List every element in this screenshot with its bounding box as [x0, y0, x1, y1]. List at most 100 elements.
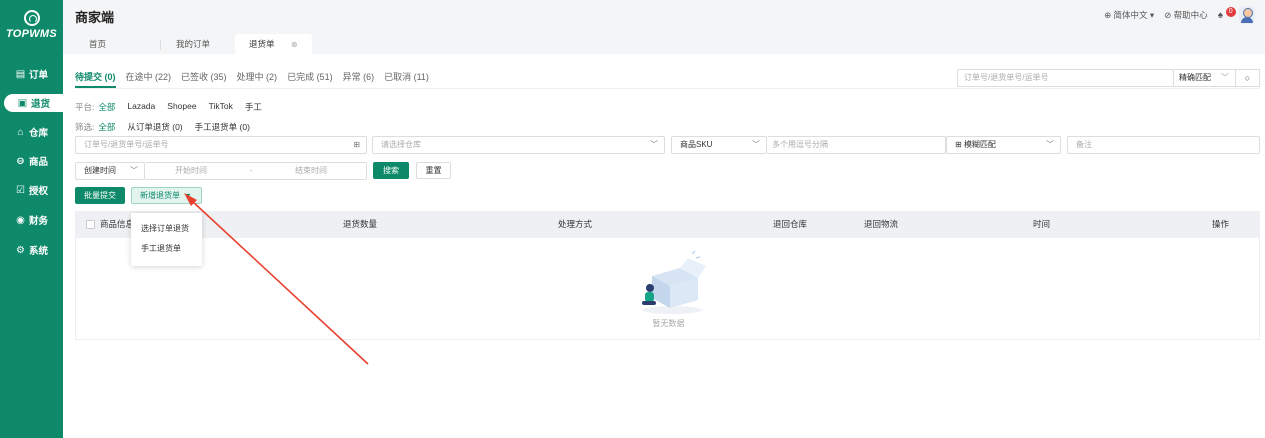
- tab-exception[interactable]: 异常 (6): [343, 66, 375, 88]
- tab-signed[interactable]: 已签收 (35): [181, 66, 227, 88]
- logo[interactable]: TOPWMS: [0, 10, 63, 40]
- new-return-button[interactable]: 新增退货单 ▾: [131, 187, 202, 204]
- empty-state-text: 暂无数据: [652, 319, 685, 328]
- source-option-all[interactable]: 全部: [98, 121, 115, 133]
- chevron-down-icon: ﹀: [1046, 140, 1054, 149]
- start-date-input[interactable]: 开始时间: [175, 163, 207, 179]
- close-icon[interactable]: ⊗: [291, 40, 298, 49]
- sidebar: TOPWMS ▤ 订单 ▣ 退货 ⌂ 仓库 ⊖ 商品 ☑ 授权 ◉ 财务 ⚙ 系…: [0, 0, 63, 438]
- sku-input[interactable]: 多个用逗号分隔: [767, 136, 946, 154]
- sidebar-item-finance[interactable]: ◉ 财务: [0, 211, 63, 229]
- chevron-down-icon: ﹀: [650, 140, 658, 149]
- logo-text: TOPWMS: [5, 28, 58, 40]
- date-range-picker[interactable]: 开始时间 - 结束时间: [145, 162, 367, 180]
- platform-filter-label: 平台:: [75, 102, 95, 112]
- match-mode-select[interactable]: 精确匹配 ﹀: [1174, 69, 1236, 87]
- placeholder: 订单号/退货单号/运单号: [84, 140, 169, 149]
- sidebar-item-returns[interactable]: ▣ 退货: [4, 94, 63, 112]
- platform-filter: 平台: 全部 Lazada Shopee TikTok 手工: [75, 101, 262, 113]
- source-option-from-order[interactable]: 从订单退货 (0): [127, 121, 182, 133]
- time-type-select[interactable]: 创建时间 ﹀: [75, 162, 145, 180]
- batch-submit-button[interactable]: 批量提交: [75, 187, 125, 204]
- list-icon: ▤: [15, 68, 26, 80]
- platform-option-tiktok[interactable]: TikTok: [209, 101, 233, 113]
- placeholder: 请选择仓库: [381, 140, 421, 149]
- platform-option-all[interactable]: 全部: [98, 101, 115, 113]
- sidebar-item-system[interactable]: ⚙ 系统: [0, 241, 63, 259]
- platform-option-lazada[interactable]: Lazada: [127, 101, 155, 113]
- logo-icon: [23, 10, 40, 26]
- column-header: 处理方式: [558, 219, 593, 229]
- sidebar-item-orders[interactable]: ▤ 订单: [0, 65, 63, 83]
- new-return-label: 新增退货单: [140, 191, 180, 200]
- remark-input[interactable]: 备注: [1067, 136, 1260, 154]
- sidebar-item-label: 财务: [28, 216, 48, 227]
- search-button[interactable]: 搜索: [373, 162, 409, 179]
- column-header: 退货数量: [343, 219, 378, 229]
- divider: [75, 88, 1260, 89]
- gear-icon: ⚙: [16, 244, 25, 256]
- sidebar-item-label: 系统: [28, 246, 48, 257]
- sidebar-item-authorization[interactable]: ☑ 授权: [0, 181, 63, 199]
- top-header: 商家端 ⊕ 简体中文 ▾ ⊘ 帮助中心 ♠ 0: [63, 0, 1265, 30]
- sku-type-value: 商品SKU: [680, 140, 713, 149]
- sidebar-item-label: 授权: [28, 186, 48, 197]
- notification-badge: 0: [1225, 6, 1236, 17]
- reset-button[interactable]: 重置: [416, 162, 451, 179]
- order-search-input[interactable]: 订单号/退货单号/运单号: [957, 69, 1174, 87]
- return-icon: ▣: [17, 97, 28, 109]
- notification-bell-icon[interactable]: ♠ 0: [1217, 6, 1236, 21]
- sidebar-item-label: 商品: [28, 157, 48, 168]
- chevron-down-icon: ﹀: [752, 140, 760, 149]
- tab-home[interactable]: 首页: [75, 34, 120, 54]
- sku-type-select[interactable]: 商品SKU ﹀: [671, 136, 767, 154]
- status-tabs: 待提交 (0) 在途中 (22) 已签收 (35) 处理中 (2) 已完成 (5…: [75, 66, 439, 90]
- tab-processing[interactable]: 处理中 (2): [237, 66, 278, 88]
- tab-return-orders[interactable]: 退货单 ⊗: [235, 34, 312, 54]
- page-tabs-bar: 首页 我的订单 退货单 ⊗: [63, 30, 1265, 54]
- match-value: 模糊匹配: [963, 140, 996, 149]
- sidebar-item-warehouse[interactable]: ⌂ 仓库: [0, 123, 63, 141]
- tab-my-orders[interactable]: 我的订单: [162, 34, 224, 54]
- tab-in-transit[interactable]: 在途中 (22): [126, 66, 172, 88]
- column-header: 退回物流: [864, 219, 899, 229]
- home-icon: ⌂: [17, 126, 24, 138]
- table-header: 商品信息 退货数量 处理方式 退回仓库 退回物流 时间 操作: [75, 211, 1260, 238]
- column-header: 操作: [1212, 219, 1230, 229]
- table-body: 暂无数据: [75, 238, 1260, 340]
- source-filter: 筛选: 全部 从订单退货 (0) 手工退货单 (0): [75, 121, 250, 133]
- warehouse-select[interactable]: 请选择仓库 ﹀: [372, 136, 665, 154]
- menu-item-manual-return[interactable]: 手工退货单: [131, 239, 202, 259]
- tab-cancelled[interactable]: 已取消 (11): [384, 66, 429, 88]
- batch-input-icon[interactable]: ⊞: [353, 137, 360, 153]
- platform-option-manual[interactable]: 手工: [245, 101, 262, 113]
- header-actions: ⊕ 简体中文 ▾ ⊘ 帮助中心 ♠ 0: [1104, 0, 1255, 30]
- app-title: 商家端: [75, 10, 115, 25]
- bell-glyph: ♠: [1217, 9, 1223, 21]
- bag-icon: ⊖: [16, 155, 25, 167]
- column-header: 退回仓库: [773, 219, 808, 229]
- date-separator: -: [250, 166, 253, 175]
- chevron-down-icon: ﹀: [130, 166, 138, 175]
- time-type-value: 创建时间: [84, 166, 116, 175]
- language-selector[interactable]: ⊕ 简体中文 ▾: [1104, 9, 1154, 21]
- tab-completed[interactable]: 已完成 (51): [287, 66, 333, 88]
- select-all-checkbox[interactable]: [86, 220, 95, 229]
- column-header: 商品信息: [100, 219, 135, 229]
- tab-pending-submit[interactable]: 待提交 (0): [75, 66, 116, 88]
- order-number-input[interactable]: 订单号/退货单号/运单号 ⊞: [75, 136, 367, 154]
- search-icon[interactable]: ○: [1236, 69, 1260, 87]
- platform-option-shopee[interactable]: Shopee: [167, 101, 196, 113]
- match-mode-value: 精确匹配: [1179, 73, 1211, 82]
- new-return-dropdown: 选择订单退货 手工退货单: [131, 213, 202, 266]
- fuzzy-match-select[interactable]: ⊞ 模糊匹配 ﹀: [946, 136, 1061, 154]
- empty-box-illustration: [642, 250, 706, 314]
- menu-item-select-order-return[interactable]: 选择订单退货: [131, 219, 202, 239]
- source-option-manual[interactable]: 手工退货单 (0): [195, 121, 250, 133]
- sidebar-item-products[interactable]: ⊖ 商品: [0, 152, 63, 170]
- help-center-link[interactable]: ⊘ 帮助中心: [1164, 9, 1207, 21]
- end-date-input[interactable]: 结束时间: [295, 163, 327, 179]
- tab-label: 退货单: [249, 39, 275, 49]
- avatar[interactable]: [1239, 6, 1255, 24]
- sidebar-item-label: 仓库: [28, 128, 48, 139]
